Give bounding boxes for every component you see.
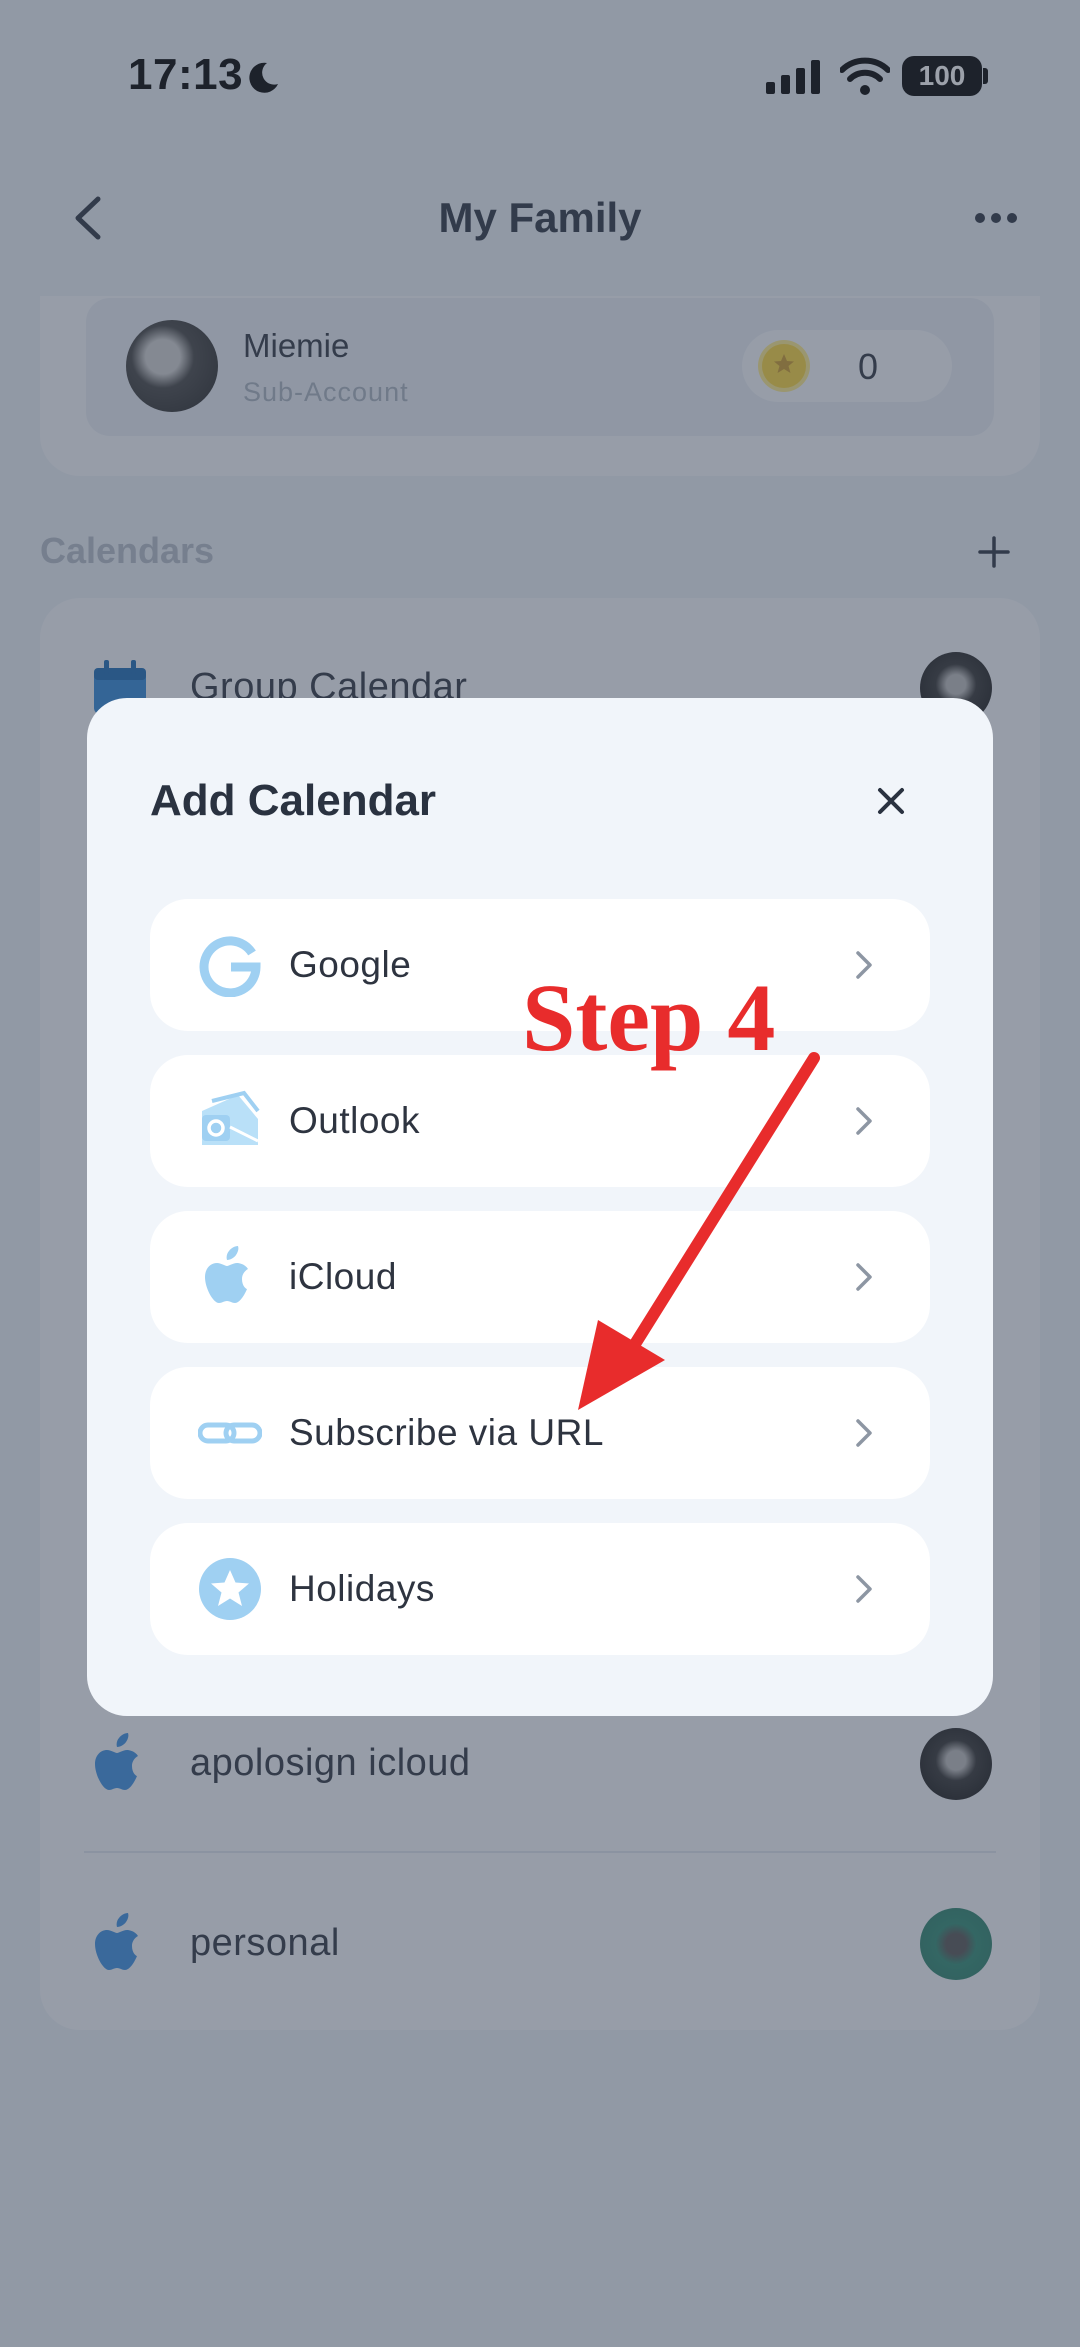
- option-label: Google: [289, 944, 412, 985]
- chevron-right-icon: [856, 1107, 872, 1135]
- star-icon: [199, 1558, 261, 1620]
- link-icon: [198, 1422, 262, 1444]
- chevron-right-icon: [856, 1575, 872, 1603]
- dialog-title: Add Calendar: [150, 776, 437, 825]
- outlook-icon: [202, 1090, 260, 1145]
- apple-icon: [205, 1246, 248, 1303]
- google-icon: [199, 936, 261, 997]
- chevron-right-icon: [856, 951, 872, 979]
- chevron-right-icon: [856, 1419, 872, 1447]
- chevron-right-icon: [856, 1263, 872, 1291]
- option-label: Holidays: [289, 1568, 435, 1609]
- option-label: iCloud: [289, 1256, 397, 1297]
- option-label: Subscribe via URL: [289, 1412, 604, 1453]
- option-label: Outlook: [289, 1100, 421, 1141]
- close-icon[interactable]: [876, 786, 906, 816]
- holidays-option[interactable]: Holidays: [150, 1523, 930, 1655]
- annotation-arrow-icon: [578, 1052, 820, 1410]
